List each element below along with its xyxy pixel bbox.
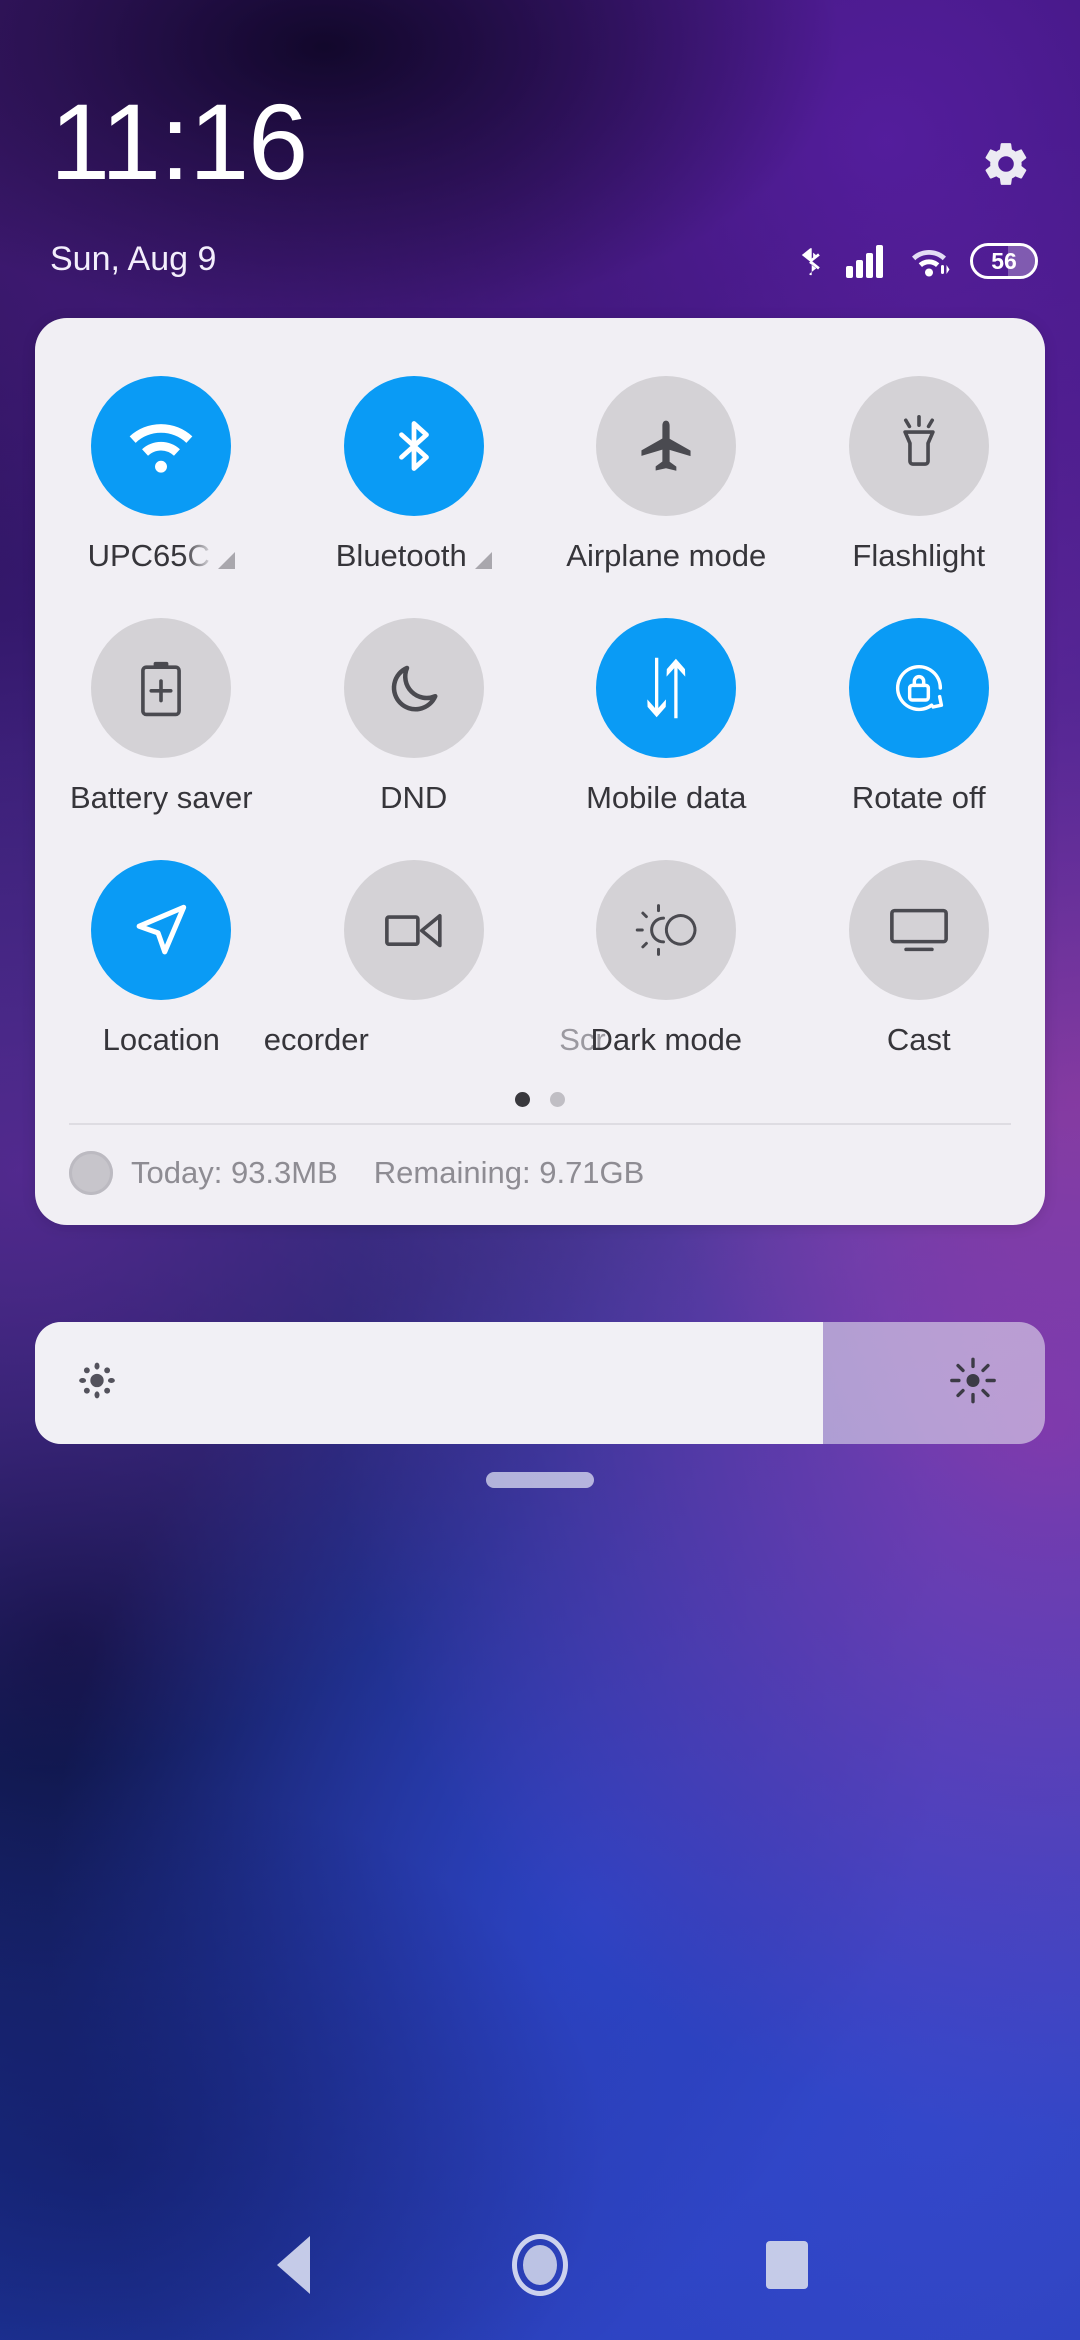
data-circle-icon	[69, 1151, 113, 1195]
tile-label-row: DND	[380, 780, 447, 816]
tile-rotate-off[interactable]: Rotate off	[793, 590, 1046, 832]
tile-label-marquee-left: ecorder	[263, 1022, 369, 1057]
phone-screen: 11:16 Sun, Aug 9 56 UPC65C Bluetooth Air…	[0, 0, 1080, 2340]
tile-label-row: Dark mode	[590, 1022, 742, 1058]
gear-icon[interactable]	[980, 138, 1032, 190]
tile-screen-recorder[interactable]: ecorder Scr	[264, 832, 606, 1074]
panel-drag-handle[interactable]	[486, 1472, 594, 1488]
tile-label: Battery saver	[69, 780, 253, 815]
status-date: Sun, Aug 9	[50, 240, 217, 278]
tile-label: Location	[102, 1022, 220, 1057]
battery-icon: 56	[970, 243, 1038, 279]
rotation-lock-icon	[848, 618, 989, 758]
chevron-expand-icon[interactable]	[474, 552, 492, 569]
tile-bluetooth[interactable]: Bluetooth	[288, 348, 541, 590]
data-usage-remaining: Remaining: 9.71GB	[373, 1155, 645, 1190]
tile-label-row: Battery saver	[70, 780, 253, 816]
bluetooth-icon	[794, 240, 828, 282]
video-camera-icon	[343, 860, 484, 1000]
recents-icon[interactable]	[742, 2220, 832, 2310]
tile-label: Rotate off	[851, 780, 986, 815]
tile-battery-saver[interactable]: Battery saver	[35, 590, 288, 832]
tile-label-row: Flashlight	[852, 538, 985, 574]
tile-label: Airplane mode	[566, 538, 767, 573]
brightness-fill	[35, 1322, 823, 1444]
tile-location[interactable]: Location	[35, 832, 288, 1074]
status-clock: 11:16	[50, 81, 308, 202]
quick-settings-panel: UPC65C Bluetooth Airplane mode Flashligh…	[35, 318, 1045, 1225]
data-usage-row[interactable]: Today: 93.3MB Remaining: 9.71GB	[35, 1125, 1045, 1225]
tile-wifi[interactable]: UPC65C	[35, 348, 288, 590]
back-icon[interactable]	[248, 2220, 338, 2310]
battery-percent: 56	[991, 247, 1017, 274]
tile-mobile-data[interactable]: Mobile data	[540, 590, 793, 832]
sun-moon-icon	[596, 860, 737, 1000]
tile-label-row: Cast	[887, 1022, 951, 1058]
tile-label-row: UPC65C	[88, 538, 235, 574]
chevron-expand-icon[interactable]	[217, 552, 235, 569]
brightness-low-icon	[77, 1361, 117, 1406]
tile-label: Dark mode	[590, 1022, 743, 1057]
data-usage-today: Today: 93.3MB	[131, 1155, 338, 1190]
navigation-bar	[0, 2190, 1080, 2340]
quick-settings-tiles: UPC65C Bluetooth Airplane mode Flashligh…	[35, 348, 1045, 1074]
status-icon-tray: 56	[794, 240, 1038, 282]
tile-cast[interactable]: Cast	[793, 832, 1046, 1074]
tile-label-row: Location	[103, 1022, 220, 1058]
page-indicator	[35, 1092, 1045, 1117]
page-dot-1[interactable]	[515, 1092, 530, 1107]
tile-dnd[interactable]: DND	[288, 590, 541, 832]
tile-label: Mobile data	[586, 780, 747, 815]
monitor-icon	[848, 860, 989, 1000]
brightness-high-icon	[949, 1357, 997, 1410]
tile-flashlight[interactable]: Flashlight	[793, 348, 1046, 590]
tile-airplane-mode[interactable]: Airplane mode	[540, 348, 793, 590]
wifi-icon	[91, 376, 232, 516]
airplane-icon	[596, 376, 737, 516]
brightness-slider[interactable]	[35, 1322, 1045, 1444]
wifi-icon	[908, 243, 952, 279]
tile-dark-mode[interactable]: Dark mode	[540, 832, 793, 1074]
tile-label-row: Bluetooth	[336, 538, 492, 574]
tile-label: Bluetooth	[335, 538, 467, 573]
tile-label: Flashlight	[852, 538, 986, 573]
moon-icon	[343, 618, 484, 758]
data-arrows-icon	[596, 618, 737, 758]
bluetooth-icon	[343, 376, 484, 516]
tile-label: UPC65C	[87, 538, 210, 573]
tile-label-row: Rotate off	[852, 780, 986, 816]
tile-label-row: Mobile data	[586, 780, 746, 816]
cellular-signal-icon	[846, 244, 890, 278]
battery-plus-icon	[91, 618, 232, 758]
tile-label-row: Airplane mode	[566, 538, 766, 574]
tile-label: DND	[380, 780, 448, 815]
page-dot-2[interactable]	[550, 1092, 565, 1107]
flashlight-icon	[848, 376, 989, 516]
location-arrow-icon	[91, 860, 232, 1000]
home-icon[interactable]	[495, 2220, 585, 2310]
tile-label: Cast	[886, 1022, 951, 1057]
